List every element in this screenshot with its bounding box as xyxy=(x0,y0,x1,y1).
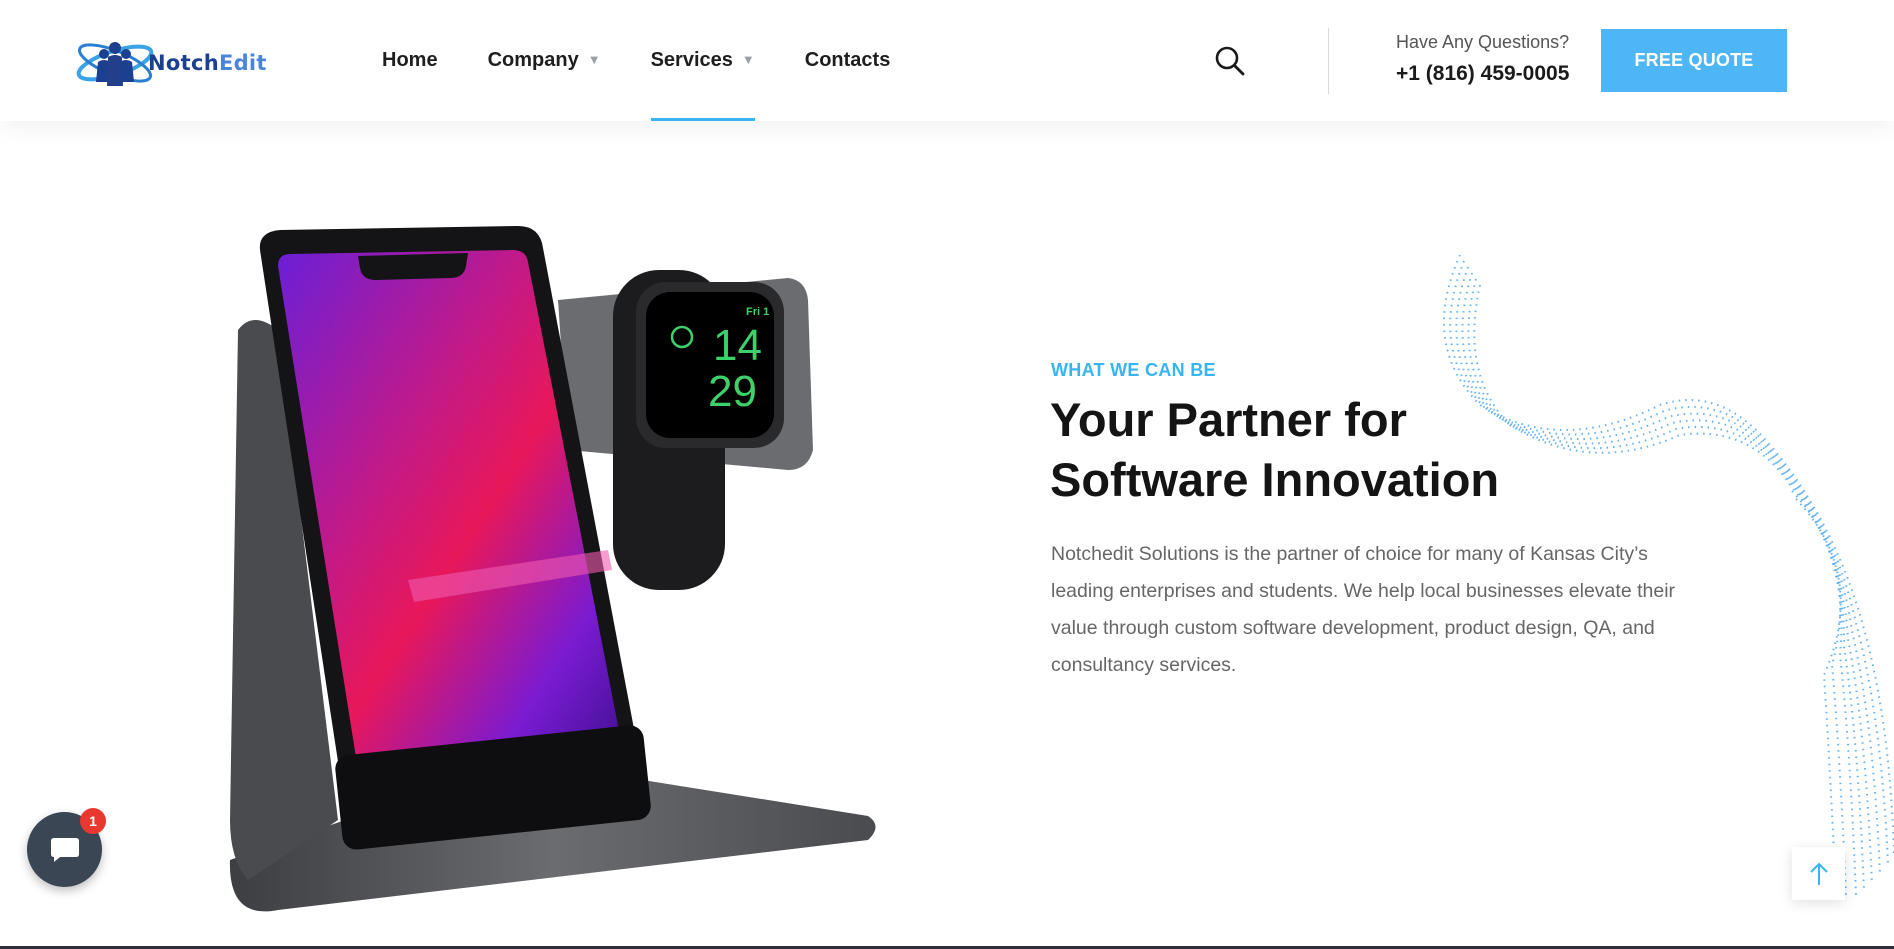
phone-number[interactable]: +1 (816) 459-0005 xyxy=(1396,62,1569,86)
hero-eyebrow: WHAT WE CAN BE xyxy=(1051,360,1216,380)
watch-day-text: Fri 1 xyxy=(746,306,769,318)
hero-title-line: Your Partner for xyxy=(1050,393,1407,446)
nav-item-label: Home xyxy=(382,49,438,71)
site-logo[interactable]: NotchEdit xyxy=(74,30,267,96)
active-nav-indicator xyxy=(650,118,755,121)
scroll-to-top-button[interactable] xyxy=(1792,847,1845,900)
nav-item-label: Contacts xyxy=(804,49,891,71)
chat-bubble-icon xyxy=(50,837,79,862)
logo-emblem-icon xyxy=(76,42,154,86)
watch-hour-text: 14 xyxy=(713,321,762,370)
main-nav: Home Company ▼ Services ▼ Contacts xyxy=(382,0,940,121)
nav-item-company[interactable]: Company ▼ xyxy=(488,0,601,121)
nav-item-home[interactable]: Home xyxy=(382,0,438,121)
hero-title: Your Partner for Software Innovation xyxy=(1050,390,1610,510)
hero-title-line: Software Innovation xyxy=(1050,453,1500,506)
phone-watch-stand-image: Fri 1 14 29 xyxy=(229,226,876,912)
free-quote-button[interactable]: FREE QUOTE xyxy=(1601,29,1787,92)
nav-item-label: Services xyxy=(650,49,733,71)
page: NotchEdit Home Company ▼ Services ▼ Cont… xyxy=(0,0,1894,949)
nav-item-label: Company xyxy=(487,49,579,71)
arrow-up-icon xyxy=(1809,862,1828,885)
header-divider xyxy=(1328,28,1329,94)
caret-down-icon: ▼ xyxy=(741,52,755,67)
questions-label: Have Any Questions? xyxy=(1396,32,1570,52)
chat-notification-badge: 1 xyxy=(80,808,106,834)
caret-down-icon: ▼ xyxy=(587,52,601,67)
hero-description: Notchedit Solutions is the partner of ch… xyxy=(1051,543,1676,676)
search-icon xyxy=(1215,46,1245,76)
search-button[interactable] xyxy=(1213,44,1247,78)
watch-minute-text: 29 xyxy=(708,367,757,416)
site-header: NotchEdit Home Company ▼ Services ▼ Cont… xyxy=(0,0,1894,121)
nav-item-contacts[interactable]: Contacts xyxy=(805,0,891,121)
nav-item-services[interactable]: Services ▼ xyxy=(650,0,755,121)
logo-wordmark: NotchEdit xyxy=(148,51,267,75)
